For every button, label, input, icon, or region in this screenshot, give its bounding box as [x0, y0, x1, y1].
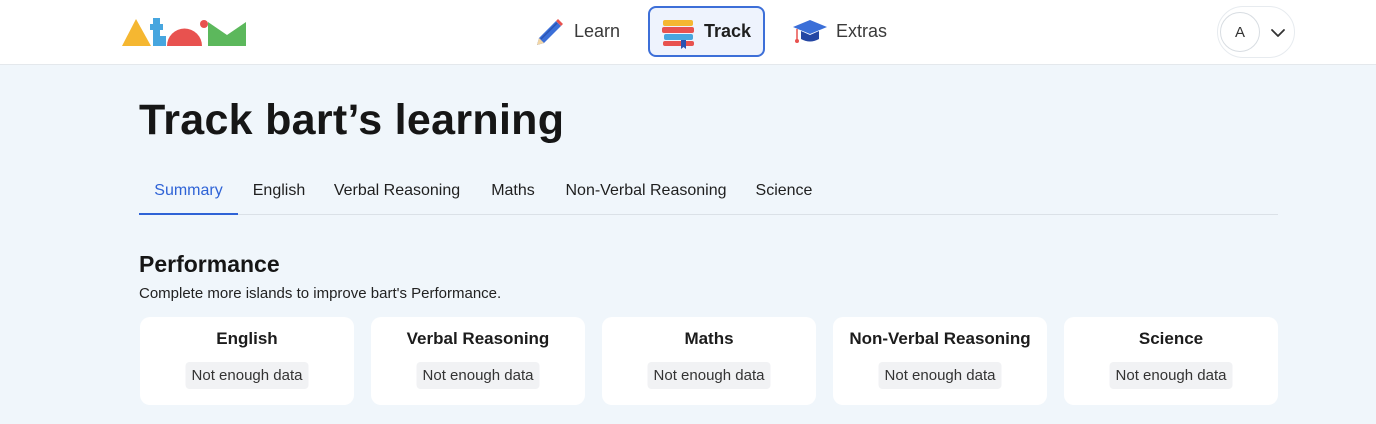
graduation-cap-icon: [793, 19, 827, 43]
nav-extras-label: Extras: [836, 21, 888, 41]
card-subject: Verbal Reasoning: [406, 329, 550, 348]
performance-card-science: Science Not enough data: [1064, 317, 1278, 405]
avatar[interactable]: A: [1220, 12, 1260, 52]
books-icon: [662, 19, 694, 49]
account-menu[interactable]: A: [1217, 6, 1295, 58]
performance-card-verbal-reasoning: Verbal Reasoning Not enough data: [371, 317, 585, 405]
status-badge: Not enough data: [416, 362, 540, 389]
tab-verbal-reasoning[interactable]: Verbal Reasoning: [320, 170, 474, 215]
nav-track[interactable]: Track: [648, 6, 765, 57]
tab-maths[interactable]: Maths: [474, 170, 552, 215]
card-subject: Science: [1138, 329, 1204, 348]
nav-extras[interactable]: Extras: [788, 6, 898, 57]
status-badge: Not enough data: [1109, 362, 1233, 389]
status-badge: Not enough data: [878, 362, 1002, 389]
performance-card-non-verbal-reasoning: Non-Verbal Reasoning Not enough data: [833, 317, 1047, 405]
nav-learn-label: Learn: [574, 21, 621, 41]
page-title: Track bart’s learning: [139, 96, 565, 144]
performance-subtitle: Complete more islands to improve bart's …: [139, 285, 502, 302]
card-subject: Maths: [684, 329, 734, 348]
performance-card-maths: Maths Not enough data: [602, 317, 816, 405]
tab-summary[interactable]: Summary: [139, 170, 238, 215]
nav-track-label: Track: [704, 21, 752, 41]
subject-tabs: Summary English Verbal Reasoning Maths N…: [139, 170, 1278, 215]
card-subject: English: [216, 329, 278, 348]
pencil-icon: [537, 18, 563, 45]
chevron-down-icon[interactable]: [1269, 24, 1287, 42]
nav-learn[interactable]: Learn: [522, 6, 628, 57]
status-badge: Not enough data: [185, 362, 309, 389]
top-navigation-bar: Learn Track Extras A: [0, 0, 1376, 65]
tab-science[interactable]: Science: [740, 170, 828, 215]
card-subject: Non-Verbal Reasoning: [849, 329, 1031, 348]
tab-non-verbal-reasoning[interactable]: Non-Verbal Reasoning: [552, 170, 740, 215]
tab-english[interactable]: English: [238, 170, 320, 215]
atom-logo[interactable]: [122, 15, 248, 47]
performance-card-english: English Not enough data: [140, 317, 354, 405]
performance-title: Performance: [139, 251, 280, 277]
status-badge: Not enough data: [647, 362, 771, 389]
